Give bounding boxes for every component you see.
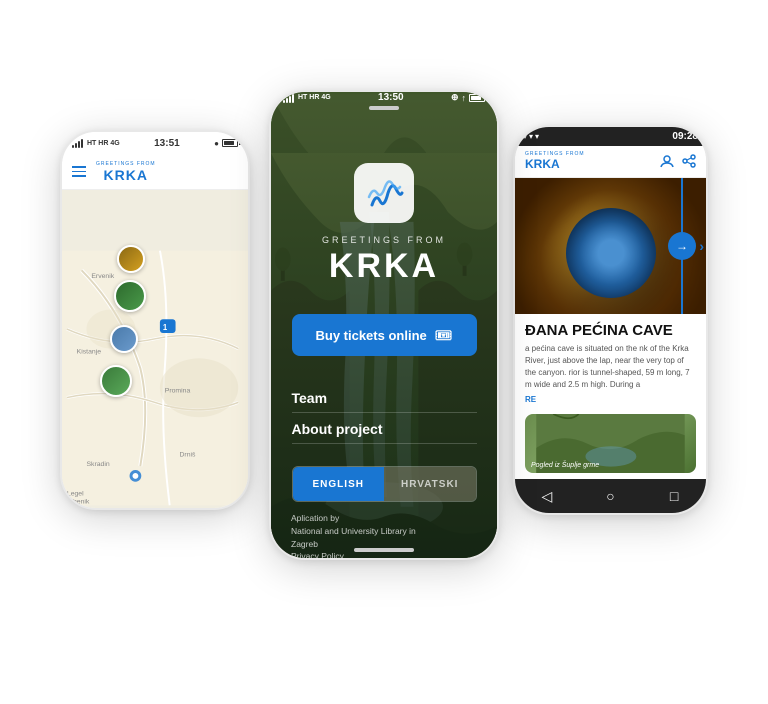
android-home-button[interactable]: ○ — [595, 481, 625, 511]
buy-tickets-button[interactable]: Buy tickets online 🎟 — [292, 314, 477, 356]
battery-icon: ▾ — [535, 132, 539, 141]
buy-tickets-label: Buy tickets online — [315, 328, 426, 343]
center-status-icons: ⊕ ↑ — [451, 92, 485, 103]
cave-hole — [566, 208, 656, 298]
svg-text:Kistanje: Kistanje — [77, 349, 102, 356]
share-icon[interactable] — [682, 154, 696, 168]
svg-text:Drniš: Drniš — [179, 451, 196, 458]
footer-privacy: Privacy Policy — [291, 551, 344, 560]
hrvatski-button[interactable]: HRVATSKI — [384, 467, 476, 501]
center-greeting: GREETINGS FROM — [322, 235, 446, 245]
recent-icon: □ — [670, 488, 678, 504]
left-time: 13:51 — [154, 138, 180, 149]
cave-title: ĐANA PEĆINA CAVE — [515, 314, 706, 343]
back-icon: ◁ — [541, 488, 552, 505]
hrvatski-label: HRVATSKI — [401, 479, 458, 490]
english-button[interactable]: ENGLISH — [293, 467, 385, 501]
footer-line2: National and University Library in — [291, 526, 416, 536]
svg-text:Šibenik: Šibenik — [67, 496, 90, 505]
map-pin-3[interactable] — [110, 325, 138, 353]
svg-text:1: 1 — [163, 323, 168, 332]
svg-text:Promina: Promina — [165, 388, 191, 395]
center-title: KRKA — [329, 247, 439, 286]
nav-dot[interactable]: → — [668, 232, 696, 260]
map-header: GREETINGS FROM KRKA — [62, 154, 248, 190]
svg-text:Legel: Legel — [67, 490, 84, 497]
footer-line1: Aplication by — [291, 513, 339, 523]
map-content: Ervenik Kistanje Promina Drniš Skradin L… — [62, 190, 248, 510]
map-pin-4[interactable] — [100, 365, 132, 397]
left-status-icons: ● — [214, 139, 238, 148]
svg-text:Skradin: Skradin — [86, 461, 109, 468]
center-status-bar: HT HR 4G 13:50 ⊕ ↑ — [271, 92, 497, 103]
hamburger-icon[interactable] — [72, 166, 86, 177]
team-menu-item[interactable]: Team — [292, 384, 477, 413]
nav-arrow: → — [676, 239, 688, 253]
language-toggle[interactable]: ENGLISH HRVATSKI — [292, 466, 477, 502]
center-phone: HT HR 4G 13:50 ⊕ ↑ GREETINGS — [269, 90, 499, 560]
english-label: ENGLISH — [313, 479, 364, 490]
ticket-icon: 🎟 — [435, 327, 453, 344]
left-signal: HT HR 4G — [72, 138, 120, 148]
krka-wave-icon — [364, 173, 404, 213]
right-header: GREETINGS FROM KRKA — [515, 146, 706, 178]
right-header-icons — [660, 154, 696, 168]
cave-image: → › — [515, 178, 706, 314]
person-icon — [660, 154, 674, 168]
second-cave-image: Pogled iz Šuplje grme — [525, 414, 696, 473]
left-brand-name: KRKA — [104, 167, 148, 183]
center-main-content: GREETINGS FROM KRKA Buy tickets online 🎟… — [271, 103, 497, 502]
left-status-bar: HT HR 4G 13:51 ● — [62, 132, 248, 154]
map-svg: Ervenik Kistanje Promina Drniš Skradin L… — [62, 190, 248, 510]
about-project-menu-item[interactable]: About project — [292, 415, 477, 444]
svg-text:Ervenik: Ervenik — [91, 273, 114, 280]
location-icon: ⊕ — [451, 92, 459, 103]
wifi-icon: ▾ — [523, 132, 527, 141]
chevron-right-icon[interactable]: › — [699, 238, 704, 254]
krka-app-icon — [354, 163, 414, 223]
left-carrier: HT HR 4G — [87, 140, 120, 147]
second-image-caption: Pogled iz Šuplje grme — [531, 462, 599, 469]
center-time: 13:50 — [378, 92, 404, 103]
right-time: 09:28 — [672, 131, 698, 142]
center-carrier: HT HR 4G — [298, 94, 331, 101]
right-brand-name: KRKA — [525, 157, 560, 171]
team-label: Team — [292, 390, 328, 406]
left-phone: HT HR 4G 13:51 ● GREETINGS FROM KRKA — [60, 130, 250, 510]
wifi-icon: ● — [214, 139, 219, 148]
home-icon: ○ — [606, 488, 614, 504]
signal-icon: ▾ — [529, 132, 533, 141]
android-back-button[interactable]: ◁ — [532, 481, 562, 511]
android-nav: ◁ ○ □ — [515, 479, 706, 513]
home-indicator — [354, 548, 414, 552]
phones-container: HT HR 4G 13:51 ● GREETINGS FROM KRKA — [0, 0, 768, 704]
footer-line3: Zagreb — [291, 539, 318, 549]
map-pin-2[interactable] — [114, 280, 146, 312]
speaker — [369, 106, 399, 110]
read-more-link[interactable]: RE — [515, 391, 706, 408]
cave-description: a pećina cave is situated on the nk of t… — [515, 343, 706, 391]
right-status-icons: ▾ ▾ ▾ — [523, 132, 539, 141]
map-pin-1[interactable] — [117, 245, 145, 273]
right-status-bar: ▾ ▾ ▾ 09:28 — [515, 127, 706, 146]
center-signal: HT HR 4G — [283, 93, 331, 103]
android-recent-button[interactable]: □ — [659, 481, 689, 511]
signal-icon: ↑ — [461, 93, 466, 103]
right-phone: ▾ ▾ ▾ 09:28 GREETINGS FROM KRKA — [513, 125, 708, 515]
about-project-label: About project — [292, 421, 383, 437]
